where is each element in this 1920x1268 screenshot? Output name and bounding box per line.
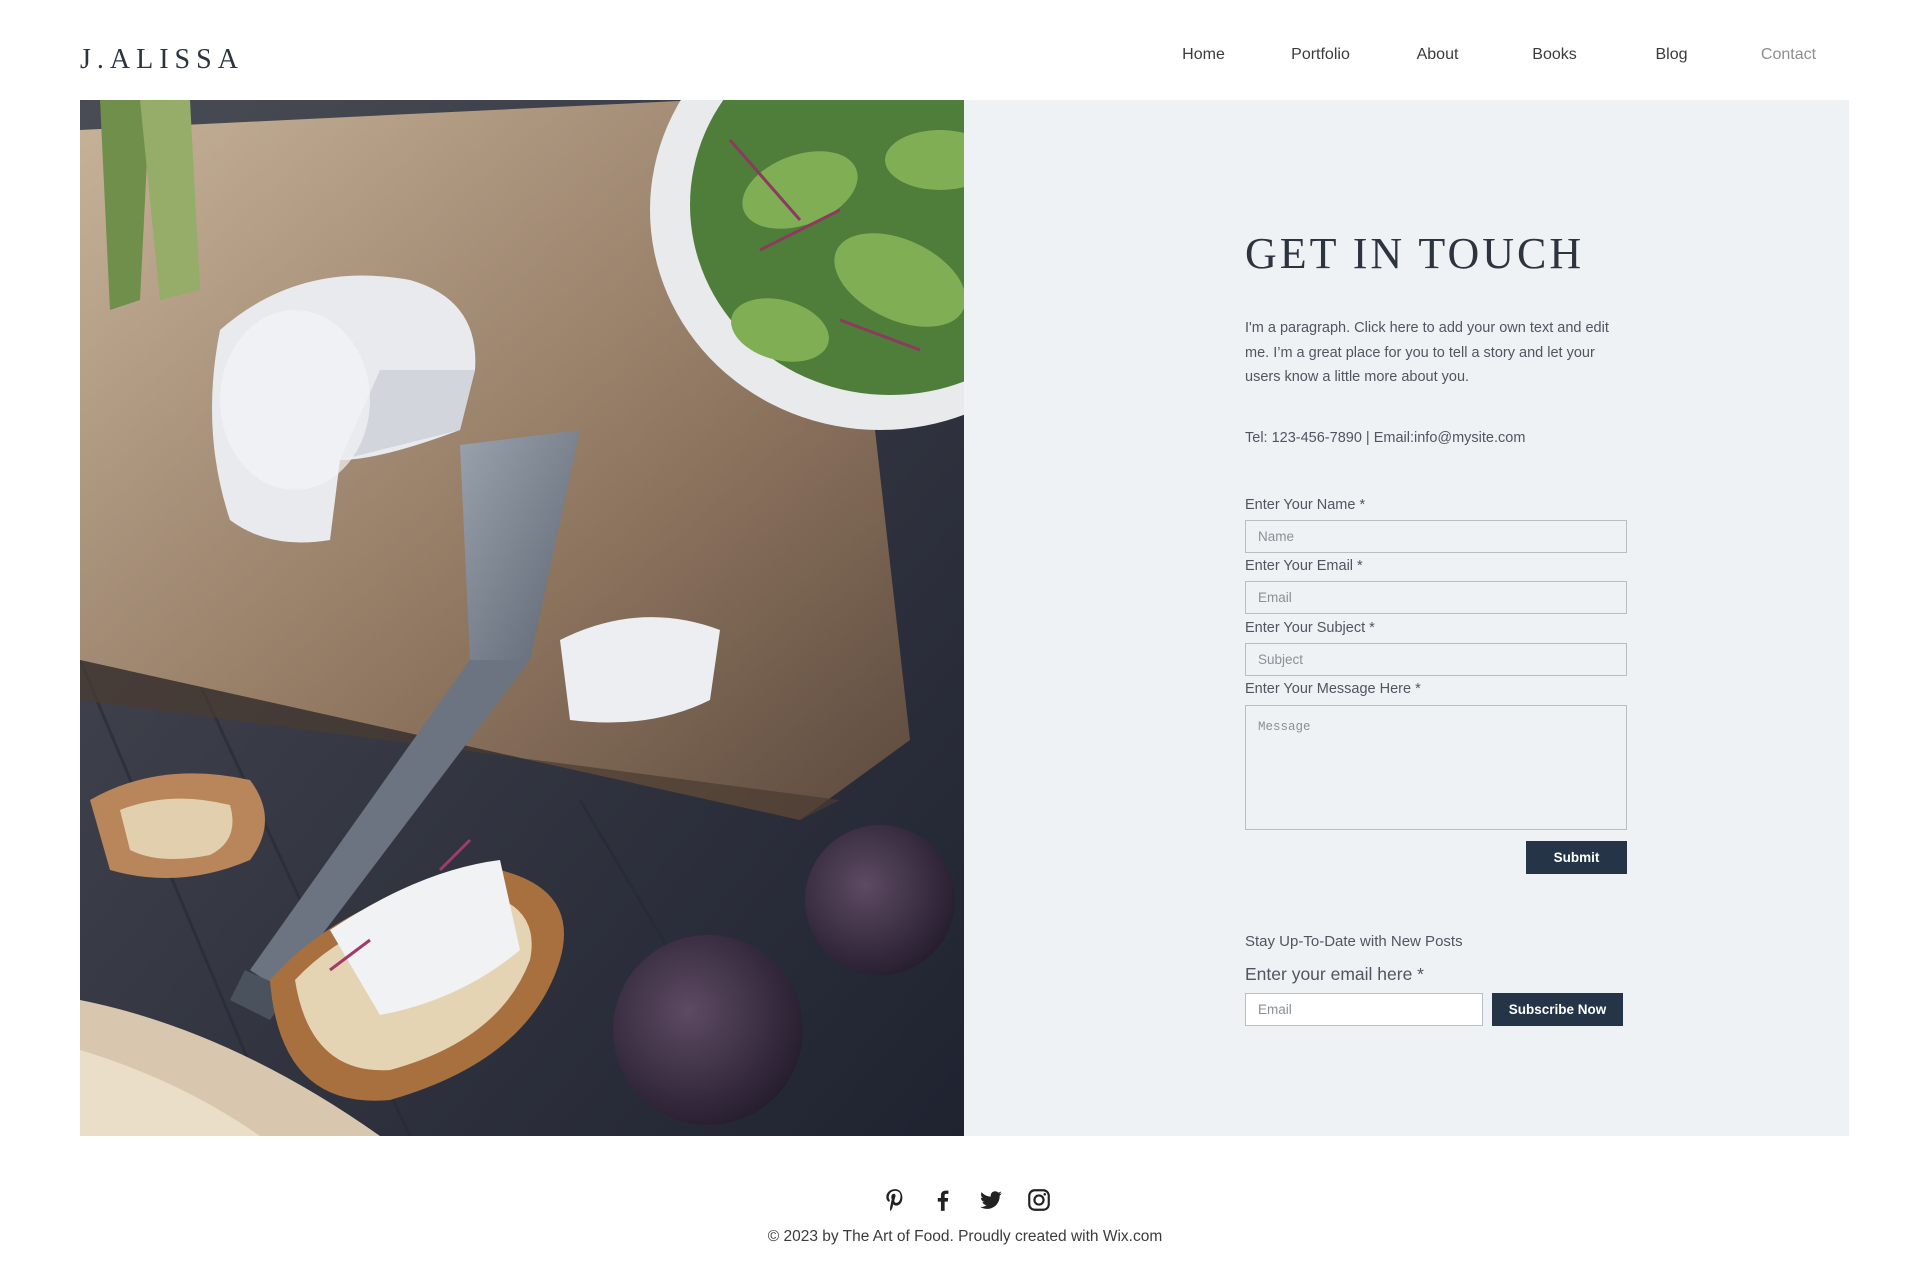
newsletter-email-label: Enter your email here * xyxy=(1245,964,1424,984)
newsletter-heading: Stay Up-To-Date with New Posts xyxy=(1245,933,1463,950)
subject-field[interactable] xyxy=(1245,643,1627,676)
hero-image xyxy=(80,100,964,1136)
intro-paragraph: I'm a paragraph. Click here to add your … xyxy=(1245,320,1609,385)
nav-item-contact[interactable]: Contact xyxy=(1730,46,1847,64)
submit-button[interactable]: Submit xyxy=(1526,841,1627,874)
message-field[interactable] xyxy=(1245,705,1627,830)
facebook-icon[interactable] xyxy=(926,1183,960,1217)
page-title: GET IN TOUCH xyxy=(1245,229,1585,278)
pinterest-icon[interactable] xyxy=(878,1183,912,1217)
nav-item-books[interactable]: Books xyxy=(1496,46,1613,64)
main-nav: Home Portfolio About Books Blog Contact xyxy=(1145,46,1847,64)
site-logo[interactable]: J.ALISSA xyxy=(80,44,244,76)
email-field[interactable] xyxy=(1245,581,1627,614)
nav-item-home[interactable]: Home xyxy=(1145,46,1262,64)
twitter-icon[interactable] xyxy=(974,1183,1008,1217)
nav-item-portfolio[interactable]: Portfolio xyxy=(1262,46,1379,64)
footer-copyright: © 2023 by The Art of Food. Proudly creat… xyxy=(767,1228,1163,1245)
name-label: Enter Your Name * xyxy=(1245,497,1366,513)
email-label: Enter Your Email * xyxy=(1245,558,1363,574)
nav-item-about[interactable]: About xyxy=(1379,46,1496,64)
social-bar xyxy=(878,1183,1056,1217)
subject-label: Enter Your Subject * xyxy=(1245,620,1375,636)
newsletter-email-field[interactable] xyxy=(1245,993,1483,1026)
nav-item-blog[interactable]: Blog xyxy=(1613,46,1730,64)
subscribe-button[interactable]: Subscribe Now xyxy=(1492,993,1623,1026)
contact-info: Tel: 123-456-7890 | Email:info@mysite.co… xyxy=(1245,430,1526,446)
food-photo-illustration xyxy=(80,100,964,1136)
name-field[interactable] xyxy=(1245,520,1627,553)
instagram-icon[interactable] xyxy=(1022,1183,1056,1217)
message-label: Enter Your Message Here * xyxy=(1245,681,1421,697)
